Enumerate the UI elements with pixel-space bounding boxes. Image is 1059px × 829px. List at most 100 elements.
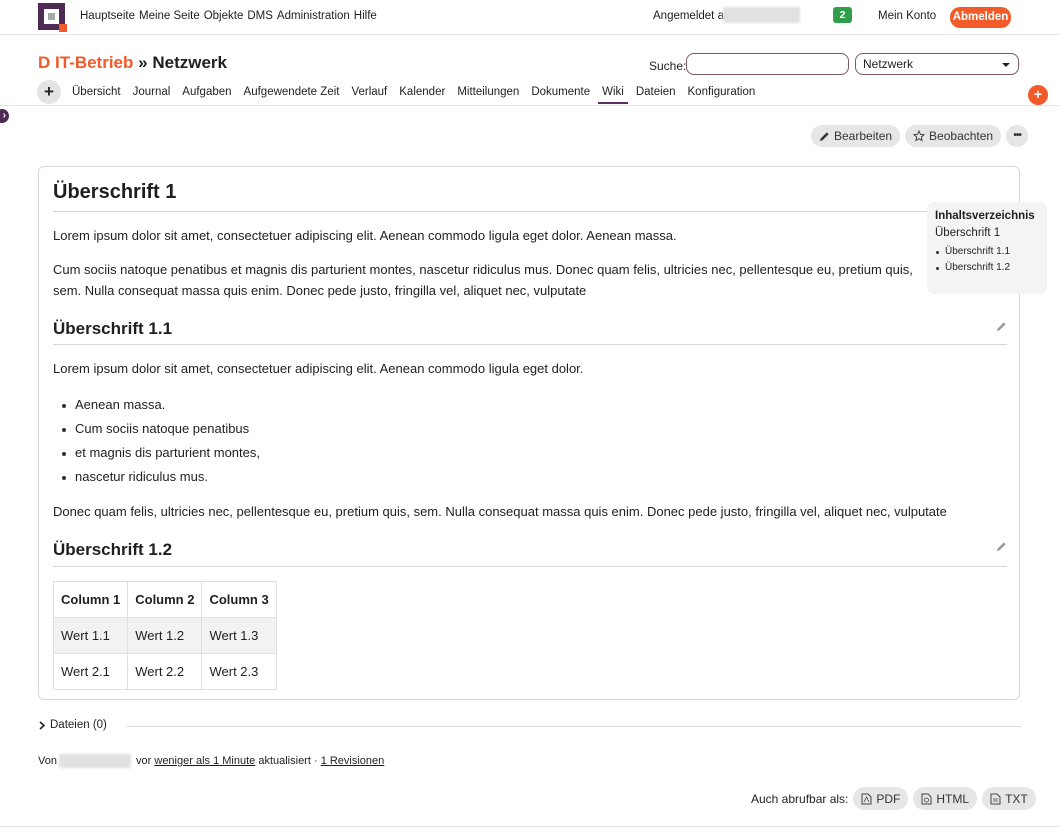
tab-activity[interactable]: Verlauf xyxy=(351,86,387,104)
star-icon xyxy=(913,130,926,142)
top-nav-home[interactable]: Hauptseite xyxy=(80,10,135,22)
more-actions-button[interactable]: ••• xyxy=(1006,125,1029,147)
tab-overview[interactable]: Übersicht xyxy=(72,86,121,104)
watch-button[interactable]: Beobachten xyxy=(905,125,1002,147)
tab-settings[interactable]: Konfiguration xyxy=(688,86,756,104)
tab-documents[interactable]: Dokumente xyxy=(531,86,590,104)
files-divider xyxy=(127,726,1021,727)
chevron-right-icon xyxy=(39,720,46,730)
top-nav-my-page[interactable]: Meine Seite xyxy=(139,10,200,22)
sidebar-toggle-chevron-icon[interactable]: › xyxy=(0,109,9,123)
tab-calendar[interactable]: Kalender xyxy=(399,86,445,104)
logged-in-label: Angemeldet als xyxy=(653,10,733,22)
table-cell: Wert 1.1 xyxy=(52,617,129,654)
top-nav: Hauptseite Meine Seite Objekte DMS Admin… xyxy=(80,10,377,22)
top-nav-help[interactable]: Hilfe xyxy=(354,10,377,22)
search-label: Suche: xyxy=(649,59,687,73)
list-item: Cum sociis natoque penatibus xyxy=(61,417,260,441)
toc-link-heading-1[interactable]: Überschrift 1 xyxy=(935,227,1039,239)
pencil-icon xyxy=(819,131,829,141)
project-select-value: Netzwerk xyxy=(863,57,914,71)
project-name: Netzwerk xyxy=(152,53,227,72)
app-logo[interactable] xyxy=(38,3,67,32)
toc-link[interactable]: Überschrift 1.2 xyxy=(935,260,1039,276)
heading-divider xyxy=(53,566,1007,567)
export-formats: Auch abrufbar als: PDF HTML TXT xyxy=(751,787,1036,810)
username-redacted[interactable] xyxy=(723,7,800,23)
table-row: Wert 1.1 Wert 1.2 Wert 1.3 xyxy=(52,617,277,654)
updated-by-label: Von xyxy=(38,754,57,767)
watch-button-label: Beobachten xyxy=(929,129,994,143)
tab-journal[interactable]: Journal xyxy=(133,86,171,104)
list-item: et magnis dis parturient montes, xyxy=(61,441,260,465)
table-header: Column 1 xyxy=(52,581,129,618)
html-file-icon xyxy=(921,793,932,804)
table-cell: Wert 2.1 xyxy=(52,653,129,690)
wiki-table: Column 1 Column 2 Column 3 Wert 1.1 Wert… xyxy=(52,581,277,690)
quick-add-button[interactable]: + xyxy=(1028,85,1048,105)
wiki-paragraph: Donec quam felis, ultricies nec, pellent… xyxy=(53,504,947,519)
updated-vor-label: vor xyxy=(136,754,152,767)
wiki-content-card: Überschrift 1 Lorem ipsum dolor sit amet… xyxy=(38,166,1020,700)
wiki-heading-1-2: Überschrift 1.2 xyxy=(53,540,173,559)
project-jump-select[interactable]: Netzwerk xyxy=(855,53,1019,75)
parent-project-link[interactable]: D IT-Betrieb xyxy=(38,53,133,72)
table-row: Wert 2.1 Wert 2.2 Wert 2.3 xyxy=(52,653,277,690)
tab-files[interactable]: Dateien xyxy=(636,86,676,104)
files-label: Dateien (0) xyxy=(50,719,107,731)
table-header: Column 2 xyxy=(127,581,203,618)
export-html-button[interactable]: HTML xyxy=(913,787,978,810)
project-tabs: + Übersicht Journal Aufgaben Aufgewendet… xyxy=(0,80,1059,106)
table-cell: Wert 2.2 xyxy=(127,653,203,690)
table-cell: Wert 1.3 xyxy=(201,617,277,654)
updated-text: aktualisiert · xyxy=(258,754,318,767)
table-header-row: Column 1 Column 2 Column 3 xyxy=(52,581,277,618)
wiki-heading-1: Überschrift 1 xyxy=(53,181,177,203)
tab-issues[interactable]: Aufgaben xyxy=(182,86,231,104)
export-txt-button[interactable]: TXT xyxy=(982,787,1036,810)
edit-button-label: Bearbeiten xyxy=(834,129,893,143)
revisions-link[interactable]: 1 Revisionen xyxy=(321,755,385,767)
tab-news[interactable]: Mitteilungen xyxy=(457,86,519,104)
notification-badge[interactable]: 2 xyxy=(833,7,852,23)
last-updated-info: Von vor weniger als 1 Minute aktualisier… xyxy=(38,754,384,768)
files-toggle[interactable]: Dateien (0) xyxy=(38,719,107,731)
wiki-bullet-list: Aenean massa. Cum sociis natoque penatib… xyxy=(61,393,260,489)
caret-down-icon xyxy=(1002,63,1010,67)
export-label: Auch abrufbar als: xyxy=(751,791,849,806)
table-cell: Wert 2.3 xyxy=(201,653,277,690)
top-nav-administration[interactable]: Administration xyxy=(277,10,350,22)
wiki-paragraph: Lorem ipsum dolor sit amet, consectetuer… xyxy=(53,228,677,243)
search-input[interactable] xyxy=(686,53,849,75)
edit-button[interactable]: Bearbeiten xyxy=(811,125,901,147)
list-item: Aenean massa. xyxy=(61,393,260,417)
top-nav-dms[interactable]: DMS xyxy=(247,10,273,22)
page-title: D IT-Betrieb » Netzwerk xyxy=(38,53,227,73)
heading-divider xyxy=(53,211,1007,212)
wiki-actions: Bearbeiten Beobachten ••• xyxy=(811,125,1029,147)
table-header: Column 3 xyxy=(201,581,277,618)
logout-button[interactable]: Abmelden xyxy=(950,7,1011,28)
edit-section-pencil-icon[interactable] xyxy=(996,321,1007,332)
list-item: nascetur ridiculus mus. xyxy=(61,465,260,489)
author-redacted[interactable] xyxy=(58,754,131,768)
my-account-link[interactable]: Mein Konto xyxy=(878,10,936,22)
wiki-heading-1-1: Überschrift 1.1 xyxy=(53,319,173,338)
text-file-icon xyxy=(990,793,1001,804)
wiki-paragraph: Cum sociis natoque penatibus et magnis d… xyxy=(53,262,913,298)
updated-time-link[interactable]: weniger als 1 Minute xyxy=(154,755,255,767)
tab-wiki[interactable]: Wiki xyxy=(598,86,628,104)
top-bar: Hauptseite Meine Seite Objekte DMS Admin… xyxy=(0,0,1059,35)
export-pdf-button[interactable]: PDF xyxy=(853,787,909,810)
pdf-file-icon xyxy=(861,793,872,804)
breadcrumb-separator: » xyxy=(138,53,148,72)
new-object-button[interactable]: + xyxy=(37,80,61,104)
wiki-paragraph: Lorem ipsum dolor sit amet, consectetuer… xyxy=(53,361,584,376)
edit-section-pencil-icon[interactable] xyxy=(996,541,1007,552)
footer-divider xyxy=(0,826,1059,827)
heading-divider xyxy=(53,344,1007,345)
top-nav-objects[interactable]: Objekte xyxy=(204,10,244,22)
tab-time-entries[interactable]: Aufgewendete Zeit xyxy=(244,86,340,104)
toc-link[interactable]: Überschrift 1.1 xyxy=(935,244,1039,260)
table-cell: Wert 1.2 xyxy=(127,617,203,654)
